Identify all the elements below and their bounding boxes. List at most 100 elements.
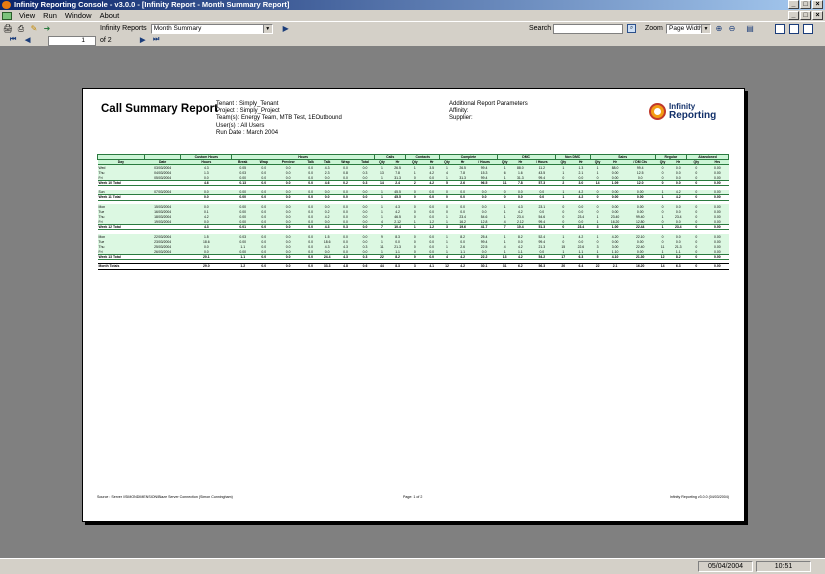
search-input[interactable] <box>553 24 623 34</box>
tenant-text: Tenant : Simply_Tenant <box>216 101 279 107</box>
next-page-icon[interactable]: ▶ <box>140 36 145 44</box>
table-cell: 44 <box>374 263 390 270</box>
first-page-icon[interactable]: ⏮ <box>10 36 16 44</box>
table-cell: 8.3 <box>389 263 406 270</box>
table-cell: 0.00 <box>706 263 729 270</box>
menu-view[interactable]: View <box>15 11 39 20</box>
search-label: Search <box>529 25 552 32</box>
table-cell: 0.6 <box>355 263 375 270</box>
cascade-view-icon[interactable] <box>775 24 785 34</box>
table-cell: 33.3 <box>318 263 336 270</box>
close-button[interactable]: × <box>812 0 823 9</box>
report-parameters: Additional Report Parameters Affinity: S… <box>449 101 528 123</box>
status-bar: 05/04/2004 10:51 <box>0 558 825 574</box>
report-page: Call Summary Report Tenant : Simply_Tena… <box>82 88 745 522</box>
logo-text: Infinity Reporting <box>669 102 717 121</box>
zoom-in-icon[interactable]: ⊕ <box>714 24 724 34</box>
report-select-value: Month Summary <box>153 24 202 32</box>
tile-vertical-icon[interactable] <box>789 24 799 34</box>
page-setup-icon[interactable]: ▤ <box>745 24 755 34</box>
supplier-text: Supplier: <box>449 115 473 122</box>
page-count: of 2 <box>100 37 112 44</box>
footer-page: Page: 1 of 2 <box>403 495 423 499</box>
zoom-label: Zoom <box>645 25 663 32</box>
doc-restore-button[interactable]: □ <box>800 11 811 20</box>
table-cell: 0.0 <box>253 263 274 270</box>
maximize-button[interactable]: □ <box>800 0 811 9</box>
table-cell: 2.1 <box>604 263 626 270</box>
affinity-text: Affinity: <box>449 108 469 115</box>
menu-bar: View Run Window About _ □ × <box>0 10 825 21</box>
report-viewer[interactable]: Call Summary Report Tenant : Simply_Tena… <box>0 48 825 558</box>
report-select[interactable]: Month Summary ▼ <box>150 23 273 34</box>
toolbar: 🖨 ⎙ ✎ ➜ Infinity Reports Month Summary ▼… <box>0 21 825 35</box>
zoom-out-icon[interactable]: ⊖ <box>727 24 737 34</box>
document-window-icon[interactable] <box>2 11 12 20</box>
menu-run[interactable]: Run <box>39 11 61 20</box>
app-icon <box>2 1 11 9</box>
doc-minimize-button[interactable]: _ <box>788 11 799 20</box>
table-cell: 6.3 <box>669 263 687 270</box>
table-cell: 4.1 <box>423 263 440 270</box>
last-page-icon[interactable]: ⏭ <box>153 36 159 44</box>
table-cell: 16.20 <box>625 263 656 270</box>
table-cell: Month Totals <box>97 263 145 270</box>
window-controls: _ □ × <box>788 0 823 9</box>
report-title: Call Summary Report <box>101 103 218 115</box>
print-icon[interactable]: ⎙ <box>16 24 26 34</box>
print-setup-icon[interactable]: 🖨 <box>3 24 13 34</box>
table-cell: 3 <box>405 263 424 270</box>
table-cell: 12 <box>439 263 455 270</box>
table-cell: 31 <box>497 263 513 270</box>
status-time: 10:51 <box>756 561 811 572</box>
menu-window[interactable]: Window <box>61 11 96 20</box>
teams-text: Team(s): Energy Team, MTB Test, 1EOutbou… <box>216 115 342 122</box>
window-title: Infinity Reporting Console - v3.0.0 - [I… <box>14 0 290 9</box>
chevron-down-icon: ▼ <box>701 25 710 33</box>
logo-icon <box>649 102 666 120</box>
chevron-down-icon: ▼ <box>262 24 272 33</box>
window-titlebar: Infinity Reporting Console - v3.0.0 - [I… <box>0 0 825 10</box>
run-report-icon[interactable]: ▶ <box>281 24 291 34</box>
params-title: Additional Report Parameters <box>449 101 528 107</box>
table-cell: 14 <box>655 263 670 270</box>
zoom-select[interactable]: Page Width ▼ <box>666 24 711 34</box>
table-cell: 6.4 <box>571 263 591 270</box>
document-window-controls: _ □ × <box>788 11 823 20</box>
search-icon[interactable]: ⌕ <box>627 24 636 33</box>
doc-close-button[interactable]: × <box>812 11 823 20</box>
footer-source: Source : Server \\SIMONDIMENSION\Blaze S… <box>97 495 233 499</box>
footer-version: Infinity Reporting v3.0.0 (04/03/2004) <box>669 495 729 499</box>
page-navigation: ⏮ ◀ 1 of 2 ▶ ⏭ <box>0 35 825 47</box>
pencil-icon[interactable]: ✎ <box>29 24 39 34</box>
table-cell: 4.8 <box>335 263 356 270</box>
call-summary-table: Custom Hours Hours Calls Contacts Complete DM… <box>97 153 729 270</box>
refresh-icon[interactable]: ➜ <box>42 24 52 34</box>
users-text: User(s) : All Users <box>216 122 265 129</box>
table-cell: 0.0 <box>302 263 319 270</box>
tile-horizontal-icon[interactable] <box>803 24 813 34</box>
previous-page-icon[interactable]: ◀ <box>25 36 30 44</box>
table-cell: 30.1 <box>470 263 498 270</box>
table-cell: 4.2 <box>454 263 471 270</box>
page-number-input[interactable]: 1 <box>48 36 96 46</box>
month-total-row: Month Totals 29.0 1.2 0.0 0.0 0.0 33.3 4.8 0.6 44… <box>97 263 729 270</box>
infinity-reporting-logo: Infinity Reporting <box>649 102 717 121</box>
table-cell: 6.2 <box>512 263 529 270</box>
zoom-select-value: Page Width <box>669 25 703 32</box>
run-date-text: Run Date : March 2004 <box>216 129 279 136</box>
table-cell: 0 <box>686 263 707 270</box>
table-cell: 20 <box>555 263 572 270</box>
table-cell: 0.0 <box>273 263 303 270</box>
report-metadata: Tenant : Simply_Tenant Project : Simply_… <box>216 101 342 137</box>
minimize-button[interactable]: _ <box>788 0 799 9</box>
menu-about[interactable]: About <box>96 11 124 20</box>
table-cell: 29.0 <box>180 263 232 270</box>
table-cell: 22 <box>590 263 605 270</box>
status-date: 05/04/2004 <box>698 561 753 572</box>
project-text: Project : Simply_Project <box>216 108 280 115</box>
reports-label: Infinity Reports <box>100 25 147 32</box>
table-cell: 1.2 <box>231 263 254 270</box>
table-cell: 56.3 <box>528 263 555 270</box>
table-cell <box>144 263 181 270</box>
